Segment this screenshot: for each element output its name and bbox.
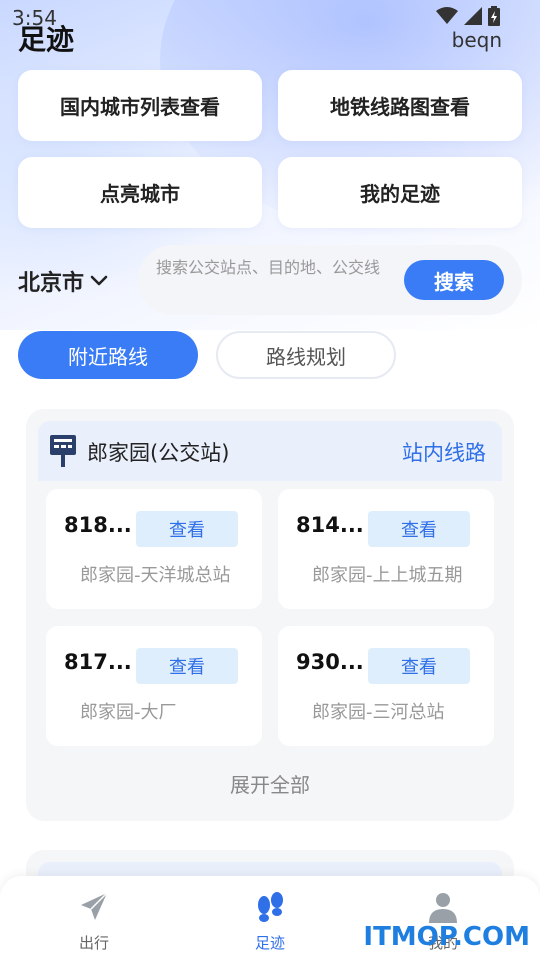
- bus-stop-icon: [50, 435, 76, 467]
- nav-item-footprints[interactable]: 足迹: [230, 890, 310, 953]
- user-icon: [429, 893, 457, 923]
- footprints-icon: [258, 892, 283, 922]
- subway-map-button[interactable]: 地铁线路图查看: [278, 70, 522, 141]
- city-selector[interactable]: 北京市: [18, 265, 108, 297]
- route-tabs: 附近路线 路线规划: [18, 331, 396, 379]
- route-number: 930...: [296, 650, 364, 674]
- search-button[interactable]: 搜索: [404, 260, 504, 300]
- paper-plane-icon: [81, 892, 108, 920]
- page-title: 足迹: [18, 23, 75, 56]
- nav-label: 出行: [78, 934, 109, 952]
- my-footprints-button[interactable]: 我的足迹: [278, 157, 522, 228]
- route-destination: 郎家园-上上城五期: [312, 565, 463, 586]
- tab-nearby-routes[interactable]: 附近路线: [18, 331, 198, 379]
- status-bar: 3:54 beqn: [0, 0, 540, 52]
- route-card[interactable]: 814... 查看 郎家园-上上城五期: [278, 489, 494, 609]
- quick-actions: 国内城市列表查看 地铁线路图查看 点亮城市 我的足迹: [18, 70, 522, 228]
- view-route-button[interactable]: 查看: [136, 648, 238, 684]
- view-route-button[interactable]: 查看: [368, 648, 470, 684]
- signal-icon: [464, 7, 482, 25]
- route-card[interactable]: 930... 查看 郎家园-三河总站: [278, 626, 494, 746]
- route-card[interactable]: 817... 查看 郎家园-大厂: [46, 626, 262, 746]
- station-card: 郎家园(公交站) 站内线路 818... 查看 郎家园-天洋城总站 814...…: [26, 409, 514, 821]
- wifi-icon: [436, 7, 458, 24]
- station-routes-link[interactable]: 站内线路: [402, 437, 486, 467]
- view-route-button[interactable]: 查看: [136, 511, 238, 547]
- route-number: 818...: [64, 513, 132, 537]
- status-carrier: beqn: [451, 28, 502, 52]
- route-number: 814...: [296, 513, 364, 537]
- city-label: 北京市: [18, 271, 85, 296]
- station-name: 郎家园(公交站): [87, 441, 230, 465]
- nav-label: 足迹: [254, 934, 285, 952]
- route-list: 818... 查看 郎家园-天洋城总站 814... 查看 郎家园-上上城五期 …: [46, 489, 494, 746]
- route-destination: 郎家园-大厂: [80, 702, 177, 723]
- search-input[interactable]: 搜索公交站点、目的地、公交线: [156, 257, 396, 303]
- station-header: 郎家园(公交站) 站内线路: [38, 421, 502, 481]
- route-number: 817...: [64, 650, 132, 674]
- view-route-button[interactable]: 查看: [368, 511, 470, 547]
- expand-all-button[interactable]: 展开全部: [26, 769, 514, 798]
- status-icons: [436, 6, 500, 26]
- nav-item-travel[interactable]: 出行: [54, 890, 134, 953]
- route-destination: 郎家园-天洋城总站: [80, 565, 231, 586]
- tab-route-planning[interactable]: 路线规划: [216, 331, 396, 379]
- search-box: 搜索公交站点、目的地、公交线 搜索: [138, 245, 522, 315]
- search-row: 北京市 搜索公交站点、目的地、公交线 搜索: [18, 245, 522, 315]
- route-card[interactable]: 818... 查看 郎家园-天洋城总站: [46, 489, 262, 609]
- light-city-button[interactable]: 点亮城市: [18, 157, 262, 228]
- watermark: ITMOP.COM: [363, 922, 530, 952]
- battery-icon: [488, 6, 500, 26]
- route-destination: 郎家园-三河总站: [312, 702, 445, 723]
- city-list-button[interactable]: 国内城市列表查看: [18, 70, 262, 141]
- chevron-down-icon: [90, 275, 108, 286]
